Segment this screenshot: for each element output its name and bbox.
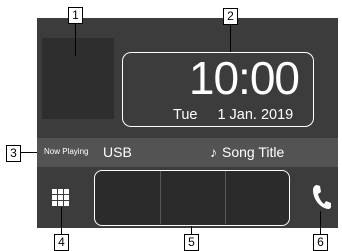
callout-4: 4 bbox=[54, 234, 69, 251]
now-playing-bar[interactable]: Now Playing USB ♪ Song Title bbox=[37, 138, 338, 167]
callout-leader bbox=[61, 207, 62, 235]
clock-time: 10:00 bbox=[188, 52, 300, 104]
callout-5: 5 bbox=[184, 234, 199, 251]
callout-leader bbox=[230, 23, 231, 52]
clock-date: Tue 1 Jan. 2019 bbox=[173, 107, 293, 123]
clock-day: Tue bbox=[173, 107, 198, 123]
callout-1: 1 bbox=[68, 7, 83, 24]
callout-leader bbox=[320, 211, 321, 235]
shortcut-button[interactable] bbox=[95, 171, 159, 224]
callout-2: 2 bbox=[223, 8, 238, 25]
callout-leader bbox=[20, 152, 37, 153]
phone-icon[interactable] bbox=[312, 183, 332, 211]
callout-6: 6 bbox=[313, 234, 328, 251]
shortcut-button[interactable] bbox=[160, 171, 225, 224]
now-playing-label: Now Playing bbox=[44, 147, 89, 156]
now-playing-song: ♪ Song Title bbox=[210, 144, 284, 160]
grid-icon[interactable] bbox=[52, 189, 70, 207]
clock-widget[interactable]: 10:00 Tue 1 Jan. 2019 bbox=[122, 52, 314, 127]
shortcut-tiles bbox=[94, 170, 290, 226]
callout-3: 3 bbox=[6, 145, 21, 162]
now-playing-source: USB bbox=[103, 144, 132, 160]
music-note-icon: ♪ bbox=[210, 144, 217, 160]
callout-leader bbox=[75, 22, 76, 56]
song-title: Song Title bbox=[222, 144, 285, 160]
album-art-area[interactable] bbox=[42, 38, 114, 119]
shortcut-button[interactable] bbox=[225, 171, 289, 224]
clock-date-text: 1 Jan. 2019 bbox=[217, 107, 294, 123]
